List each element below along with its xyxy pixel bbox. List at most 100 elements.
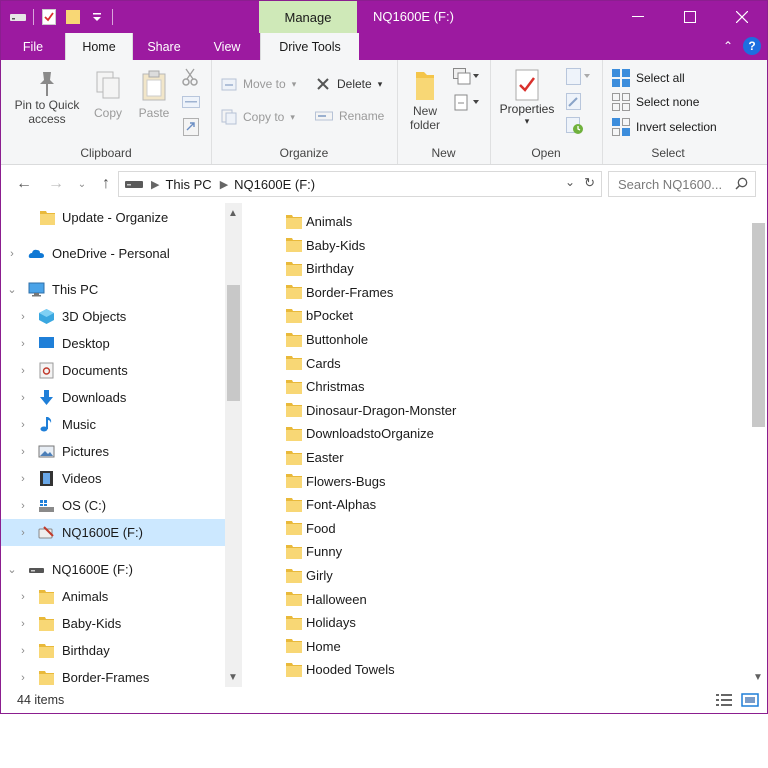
copy-to-button[interactable]: Copy to ▾ <box>221 109 295 125</box>
tab-file[interactable]: File <box>9 33 57 60</box>
chevron-right-icon[interactable]: › <box>18 672 28 684</box>
tab-home[interactable]: Home <box>65 33 133 60</box>
nav-pane-scrollbar[interactable]: ▲ ▼ <box>225 203 242 687</box>
chevron-right-icon[interactable]: › <box>18 392 28 404</box>
new-folder-icon[interactable] <box>64 8 82 26</box>
nav-item-desktop[interactable]: › Desktop <box>1 330 225 357</box>
tab-view[interactable]: View <box>197 33 257 60</box>
scroll-down-icon[interactable]: ▼ <box>750 669 766 685</box>
chevron-up-icon[interactable]: ⌃ <box>723 39 733 53</box>
file-list-item[interactable]: Border-Frames <box>286 281 393 304</box>
details-view-icon[interactable] <box>715 693 733 707</box>
properties-button[interactable]: Properties ▾ <box>496 68 558 126</box>
nav-item-videos[interactable]: › Videos <box>1 465 225 492</box>
file-list-item[interactable]: Holidays <box>286 611 356 634</box>
chevron-right-icon[interactable]: › <box>18 446 28 458</box>
chevron-down-icon[interactable]: ⌄ <box>7 564 17 576</box>
edit-icon[interactable] <box>566 93 582 114</box>
chevron-right-icon[interactable]: › <box>18 645 28 657</box>
scroll-down-icon[interactable]: ▼ <box>225 669 241 685</box>
file-list-item[interactable]: Hooded Towels <box>286 658 395 681</box>
file-list-item[interactable]: Buttonhole <box>286 328 368 351</box>
nav-item-os-c[interactable]: › OS (C:) <box>1 492 225 519</box>
nav-item-downloads[interactable]: › Downloads <box>1 384 225 411</box>
nav-item-update-organize[interactable]: Update - Organize <box>1 204 225 231</box>
file-list-item[interactable]: bPocket <box>286 304 353 327</box>
nav-item-documents[interactable]: › Documents <box>1 357 225 384</box>
scroll-up-icon[interactable]: ▲ <box>225 205 241 221</box>
rename-button[interactable]: Rename <box>315 109 384 123</box>
chevron-right-icon[interactable]: › <box>18 365 28 377</box>
nav-item-nq1600e-selected[interactable]: › NQ1600E (F:) <box>1 519 225 546</box>
drive-icon[interactable] <box>9 8 27 26</box>
delete-button[interactable]: Delete ▾ <box>315 76 382 92</box>
select-all-button[interactable]: Select all <box>612 69 685 87</box>
customize-qat-icon[interactable] <box>88 8 106 26</box>
select-none-button[interactable]: Select none <box>612 93 699 111</box>
chevron-right-icon[interactable]: › <box>18 500 28 512</box>
nav-item-animals[interactable]: › Animals <box>1 583 225 610</box>
chevron-right-icon[interactable]: › <box>7 248 17 260</box>
nav-item-baby-kids[interactable]: › Baby-Kids <box>1 610 225 637</box>
nav-item-onedrive[interactable]: › OneDrive - Personal <box>1 240 225 267</box>
file-list-item[interactable]: Halloween <box>286 588 367 611</box>
file-list-item[interactable]: Flowers-Bugs <box>286 470 385 493</box>
easy-access-icon[interactable] <box>453 94 479 115</box>
nav-pane-scroll-thumb[interactable] <box>227 285 240 401</box>
nav-item-this-pc[interactable]: ⌄ This PC <box>1 276 225 303</box>
back-arrow-icon[interactable]: ← <box>13 173 35 195</box>
nav-item-birthday[interactable]: › Birthday <box>1 637 225 664</box>
tab-share[interactable]: Share <box>135 33 193 60</box>
manage-context-tab[interactable]: Manage <box>259 1 357 33</box>
forward-arrow-icon[interactable]: → <box>45 173 67 195</box>
history-icon[interactable] <box>566 117 584 138</box>
chevron-right-icon[interactable]: › <box>18 527 28 539</box>
file-list-item[interactable]: Birthday <box>286 257 354 280</box>
minimize-button[interactable] <box>615 1 661 33</box>
file-list-item[interactable]: Baby-Kids <box>286 234 365 257</box>
file-list-item[interactable]: Girly <box>286 564 333 587</box>
chevron-down-icon[interactable]: ⌄ <box>7 284 17 296</box>
file-list-item[interactable]: DownloadstoOrganize <box>286 422 434 445</box>
recent-locations-icon[interactable]: ⌄ <box>71 173 93 195</box>
help-icon[interactable]: ? <box>743 37 761 55</box>
nav-item-pictures[interactable]: › Pictures <box>1 438 225 465</box>
search-box[interactable]: Search NQ1600... <box>608 171 756 197</box>
large-icons-view-icon[interactable] <box>741 693 759 707</box>
pin-to-quick-access-button[interactable]: Pin to Quick access <box>7 70 87 126</box>
paste-shortcut-icon[interactable] <box>183 118 199 139</box>
chevron-right-icon[interactable]: › <box>18 338 28 350</box>
file-list-item[interactable]: Home <box>286 635 341 658</box>
open-file-icon[interactable] <box>566 68 590 89</box>
maximize-button[interactable] <box>667 1 713 33</box>
nav-item-border-frames[interactable]: › Border-Frames <box>1 664 225 687</box>
address-dropdown-icon[interactable]: ⌄ <box>565 175 575 189</box>
chevron-right-icon[interactable]: › <box>18 618 28 630</box>
file-list-item[interactable]: Font-Alphas <box>286 493 376 516</box>
move-to-button[interactable]: Move to ▾ <box>221 76 296 92</box>
chevron-right-icon[interactable]: › <box>18 473 28 485</box>
tab-drive-tools[interactable]: Drive Tools <box>260 33 359 60</box>
paste-button[interactable]: Paste <box>135 70 173 120</box>
nav-item-music[interactable]: › Music <box>1 411 225 438</box>
chevron-right-icon[interactable]: › <box>18 311 28 323</box>
new-item-icon[interactable] <box>453 68 479 89</box>
copy-path-icon[interactable] <box>182 96 200 111</box>
file-list-scrollbar[interactable]: ▼ <box>750 203 767 687</box>
file-list-item[interactable]: Animals <box>286 210 352 233</box>
file-list-scroll-thumb[interactable] <box>752 223 765 427</box>
nav-item-nq1600e-drive[interactable]: ⌄ NQ1600E (F:) <box>1 556 225 583</box>
copy-button[interactable]: Copy <box>89 70 127 120</box>
file-list-item[interactable]: Christmas <box>286 375 365 398</box>
chevron-right-icon[interactable]: › <box>18 419 28 431</box>
close-button[interactable] <box>719 1 765 33</box>
address-bar[interactable]: ▶ This PC ▶ NQ1600E (F:) ⌄ ↻ <box>118 171 602 197</box>
properties-checkmark-icon[interactable] <box>40 8 58 26</box>
file-list-item[interactable]: Dinosaur-Dragon-Monster <box>286 399 456 422</box>
breadcrumb-this-pc[interactable]: This PC <box>165 177 211 192</box>
breadcrumb-current-drive[interactable]: NQ1600E (F:) <box>234 177 315 192</box>
nav-item-3d-objects[interactable]: › 3D Objects <box>1 303 225 330</box>
refresh-icon[interactable]: ↻ <box>584 175 595 191</box>
file-list-item[interactable]: Cards <box>286 352 341 375</box>
file-list-item[interactable]: Easter <box>286 446 344 469</box>
